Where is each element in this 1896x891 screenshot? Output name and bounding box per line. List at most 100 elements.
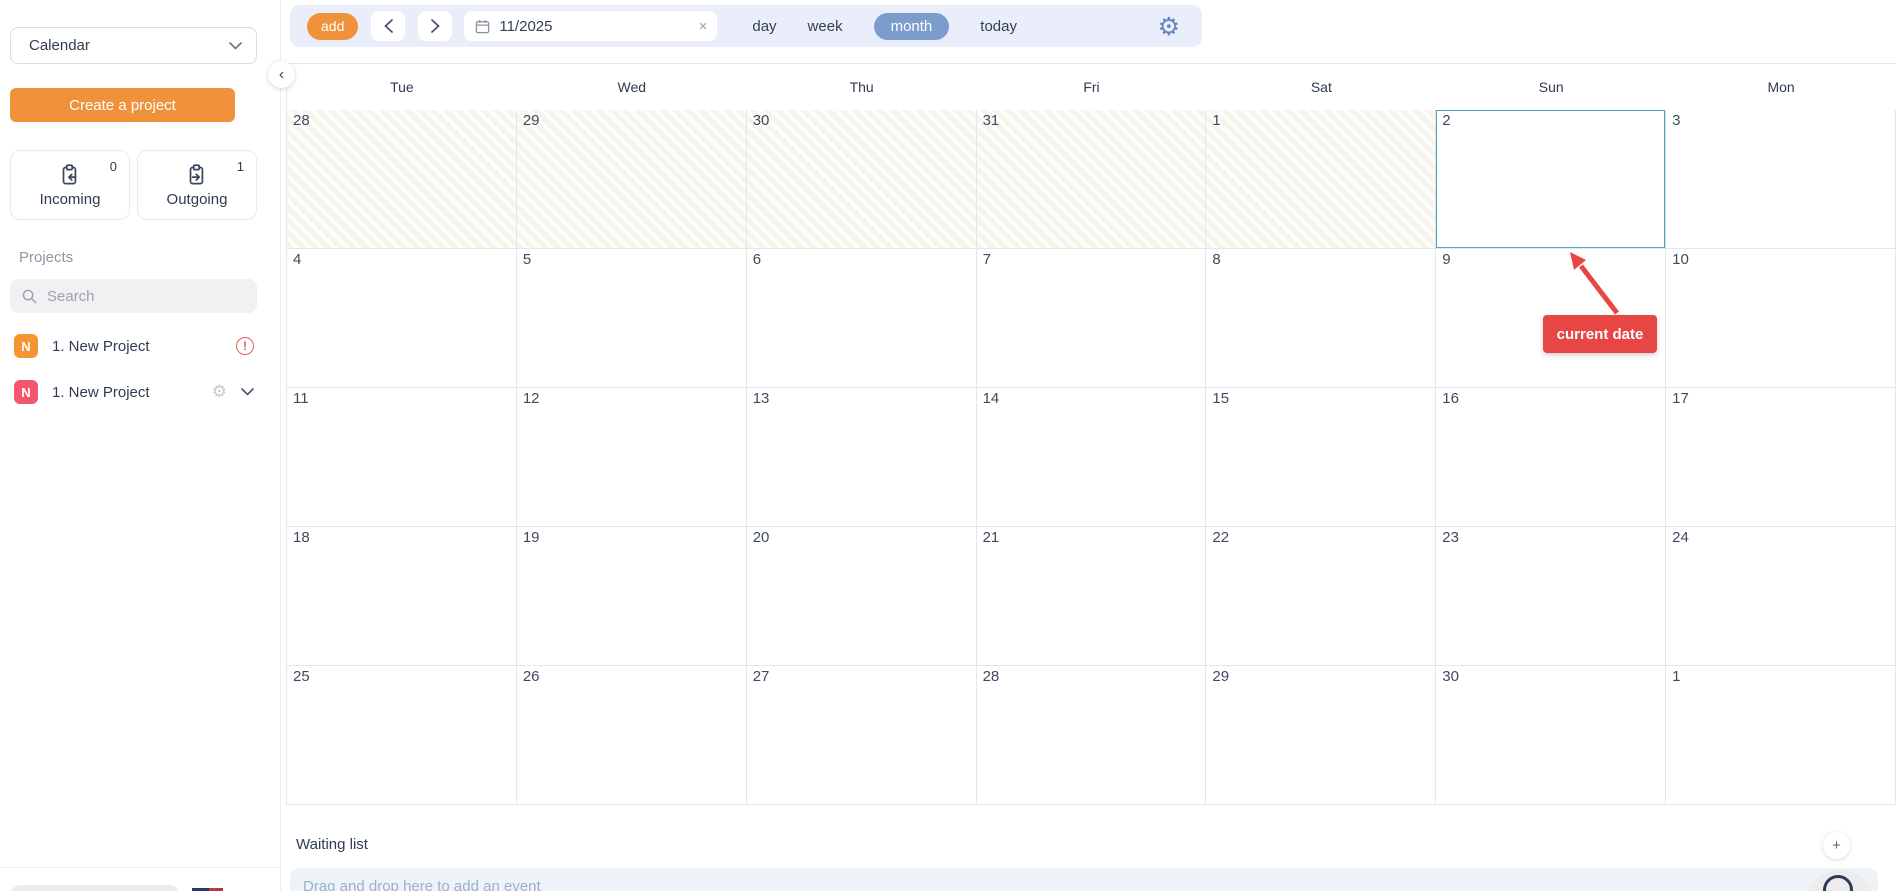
alert-exclamation-icon[interactable]: !	[236, 337, 254, 355]
cell-date: 30	[753, 112, 770, 129]
sidebar-footer-pill[interactable]	[10, 885, 180, 891]
day-header: Sun	[1436, 64, 1666, 110]
calendar-cell[interactable]: 28	[977, 666, 1207, 805]
project-name: 1. New Project	[52, 338, 150, 355]
cell-date: 20	[753, 529, 770, 546]
waiting-list-drop-zone[interactable]: Drag and drop here to add an event	[290, 868, 1878, 891]
view-switcher: day week month today	[752, 13, 1017, 40]
clipboard-arrow-right-icon	[184, 162, 210, 188]
outgoing-count: 1	[237, 159, 244, 174]
cell-date: 11	[293, 390, 309, 407]
date-input[interactable]	[499, 18, 669, 35]
cell-date: 21	[983, 529, 1000, 546]
waiting-list-add-button[interactable]: +	[1823, 832, 1850, 859]
chevron-down-icon[interactable]	[241, 388, 254, 396]
cell-date: 5	[523, 251, 531, 268]
search-input[interactable]	[47, 288, 217, 305]
calendar-cell[interactable]: 20	[747, 527, 977, 666]
cell-date: 13	[753, 390, 770, 407]
calendar-cell[interactable]: 5	[517, 249, 747, 388]
calendar-cell[interactable]: 25	[287, 666, 517, 805]
calendar-cell[interactable]: 4	[287, 249, 517, 388]
day-header: Thu	[747, 64, 977, 110]
calendar-cell[interactable]: 28	[287, 110, 517, 249]
calendar-cell[interactable]: 27	[747, 666, 977, 805]
cell-date: 15	[1212, 390, 1229, 407]
cell-date: 8	[1212, 251, 1220, 268]
cell-date: 24	[1672, 529, 1689, 546]
calendar-cell[interactable]: 6	[747, 249, 977, 388]
current-date-annotation: current date	[1543, 315, 1657, 353]
calendar-cell[interactable]: 21	[977, 527, 1207, 666]
calendar-cell[interactable]: 29	[517, 110, 747, 249]
calendar-cell[interactable]: 29	[1206, 666, 1436, 805]
date-picker[interactable]: ×	[464, 11, 717, 41]
day-header: Wed	[517, 64, 747, 110]
view-week-button[interactable]: week	[808, 18, 843, 35]
incoming-card[interactable]: 0 Incoming	[10, 150, 130, 220]
calendar-cell[interactable]: 26	[517, 666, 747, 805]
calendar-cell[interactable]: 1	[1206, 110, 1436, 249]
cell-date: 12	[523, 390, 540, 407]
drop-zone-hint: Drag and drop here to add an event	[303, 878, 541, 891]
cell-date: 19	[523, 529, 540, 546]
cell-date: 6	[753, 251, 761, 268]
sidebar-footer-divider	[0, 867, 279, 868]
calendar-icon	[475, 19, 490, 34]
calendar-cell[interactable]: 13	[747, 388, 977, 527]
calendar-cell[interactable]: 17	[1666, 388, 1896, 527]
calendar-cell[interactable]: 12	[517, 388, 747, 527]
cell-date: 27	[753, 668, 770, 685]
view-month-button[interactable]: month	[874, 13, 950, 40]
calendar-cell[interactable]: 23	[1436, 527, 1666, 666]
collapse-sidebar-button[interactable]: ‹	[268, 61, 295, 88]
calendar-cell[interactable]: 14	[977, 388, 1207, 527]
project-item[interactable]: N 1. New Project !	[14, 333, 254, 359]
calendar-cell[interactable]: 15	[1206, 388, 1436, 527]
create-project-button[interactable]: Create a project	[10, 88, 235, 122]
view-day-button[interactable]: day	[752, 18, 776, 35]
cell-date: 29	[1212, 668, 1229, 685]
cell-date: 28	[983, 668, 1000, 685]
help-widget-icon	[1823, 875, 1853, 891]
prev-period-button[interactable]	[371, 11, 405, 41]
calendar-cell[interactable]: 30	[1436, 666, 1666, 805]
day-header: Fri	[977, 64, 1207, 110]
calendar-cell-current[interactable]: 2	[1436, 110, 1666, 249]
calendar-cell[interactable]: 19	[517, 527, 747, 666]
view-select[interactable]: Calendar	[10, 27, 257, 64]
calendar-cell[interactable]: 10	[1666, 249, 1896, 388]
clear-date-icon[interactable]: ×	[699, 19, 708, 34]
cell-date: 2	[1442, 112, 1450, 129]
view-today-button[interactable]: today	[980, 18, 1017, 35]
calendar-cell[interactable]: 3	[1666, 110, 1896, 249]
cell-date: 22	[1212, 529, 1229, 546]
incoming-count: 0	[110, 159, 117, 174]
calendar-cell[interactable]: 24	[1666, 527, 1896, 666]
cell-date: 23	[1442, 529, 1459, 546]
calendar-cell[interactable]: 8	[1206, 249, 1436, 388]
chevron-down-icon	[229, 42, 242, 50]
cell-date: 14	[983, 390, 1000, 407]
project-item[interactable]: N 1. New Project ⚙	[14, 379, 254, 405]
next-period-button[interactable]	[418, 11, 452, 41]
calendar-cell[interactable]: 30	[747, 110, 977, 249]
calendar-cell[interactable]: 11	[287, 388, 517, 527]
calendar-cell[interactable]: 18	[287, 527, 517, 666]
outgoing-card[interactable]: 1 Outgoing	[137, 150, 257, 220]
project-settings-gear-icon[interactable]: ⚙	[212, 384, 227, 401]
projects-section-label: Projects	[19, 249, 280, 266]
calendar-cell[interactable]: 1	[1666, 666, 1896, 805]
cell-date: 26	[523, 668, 540, 685]
calendar-cell[interactable]: 22	[1206, 527, 1436, 666]
day-header: Sat	[1206, 64, 1436, 110]
settings-gear-icon[interactable]: ⚙	[1158, 14, 1180, 39]
search-box[interactable]	[10, 279, 257, 313]
calendar-cell[interactable]: 7	[977, 249, 1207, 388]
add-event-button[interactable]: add	[307, 13, 358, 40]
sidebar: Calendar Create a project 0 Incoming 1 O…	[0, 0, 281, 891]
cell-date: 18	[293, 529, 310, 546]
waiting-list-title: Waiting list	[296, 836, 368, 853]
calendar-cell[interactable]: 31	[977, 110, 1207, 249]
calendar-cell[interactable]: 16	[1436, 388, 1666, 527]
